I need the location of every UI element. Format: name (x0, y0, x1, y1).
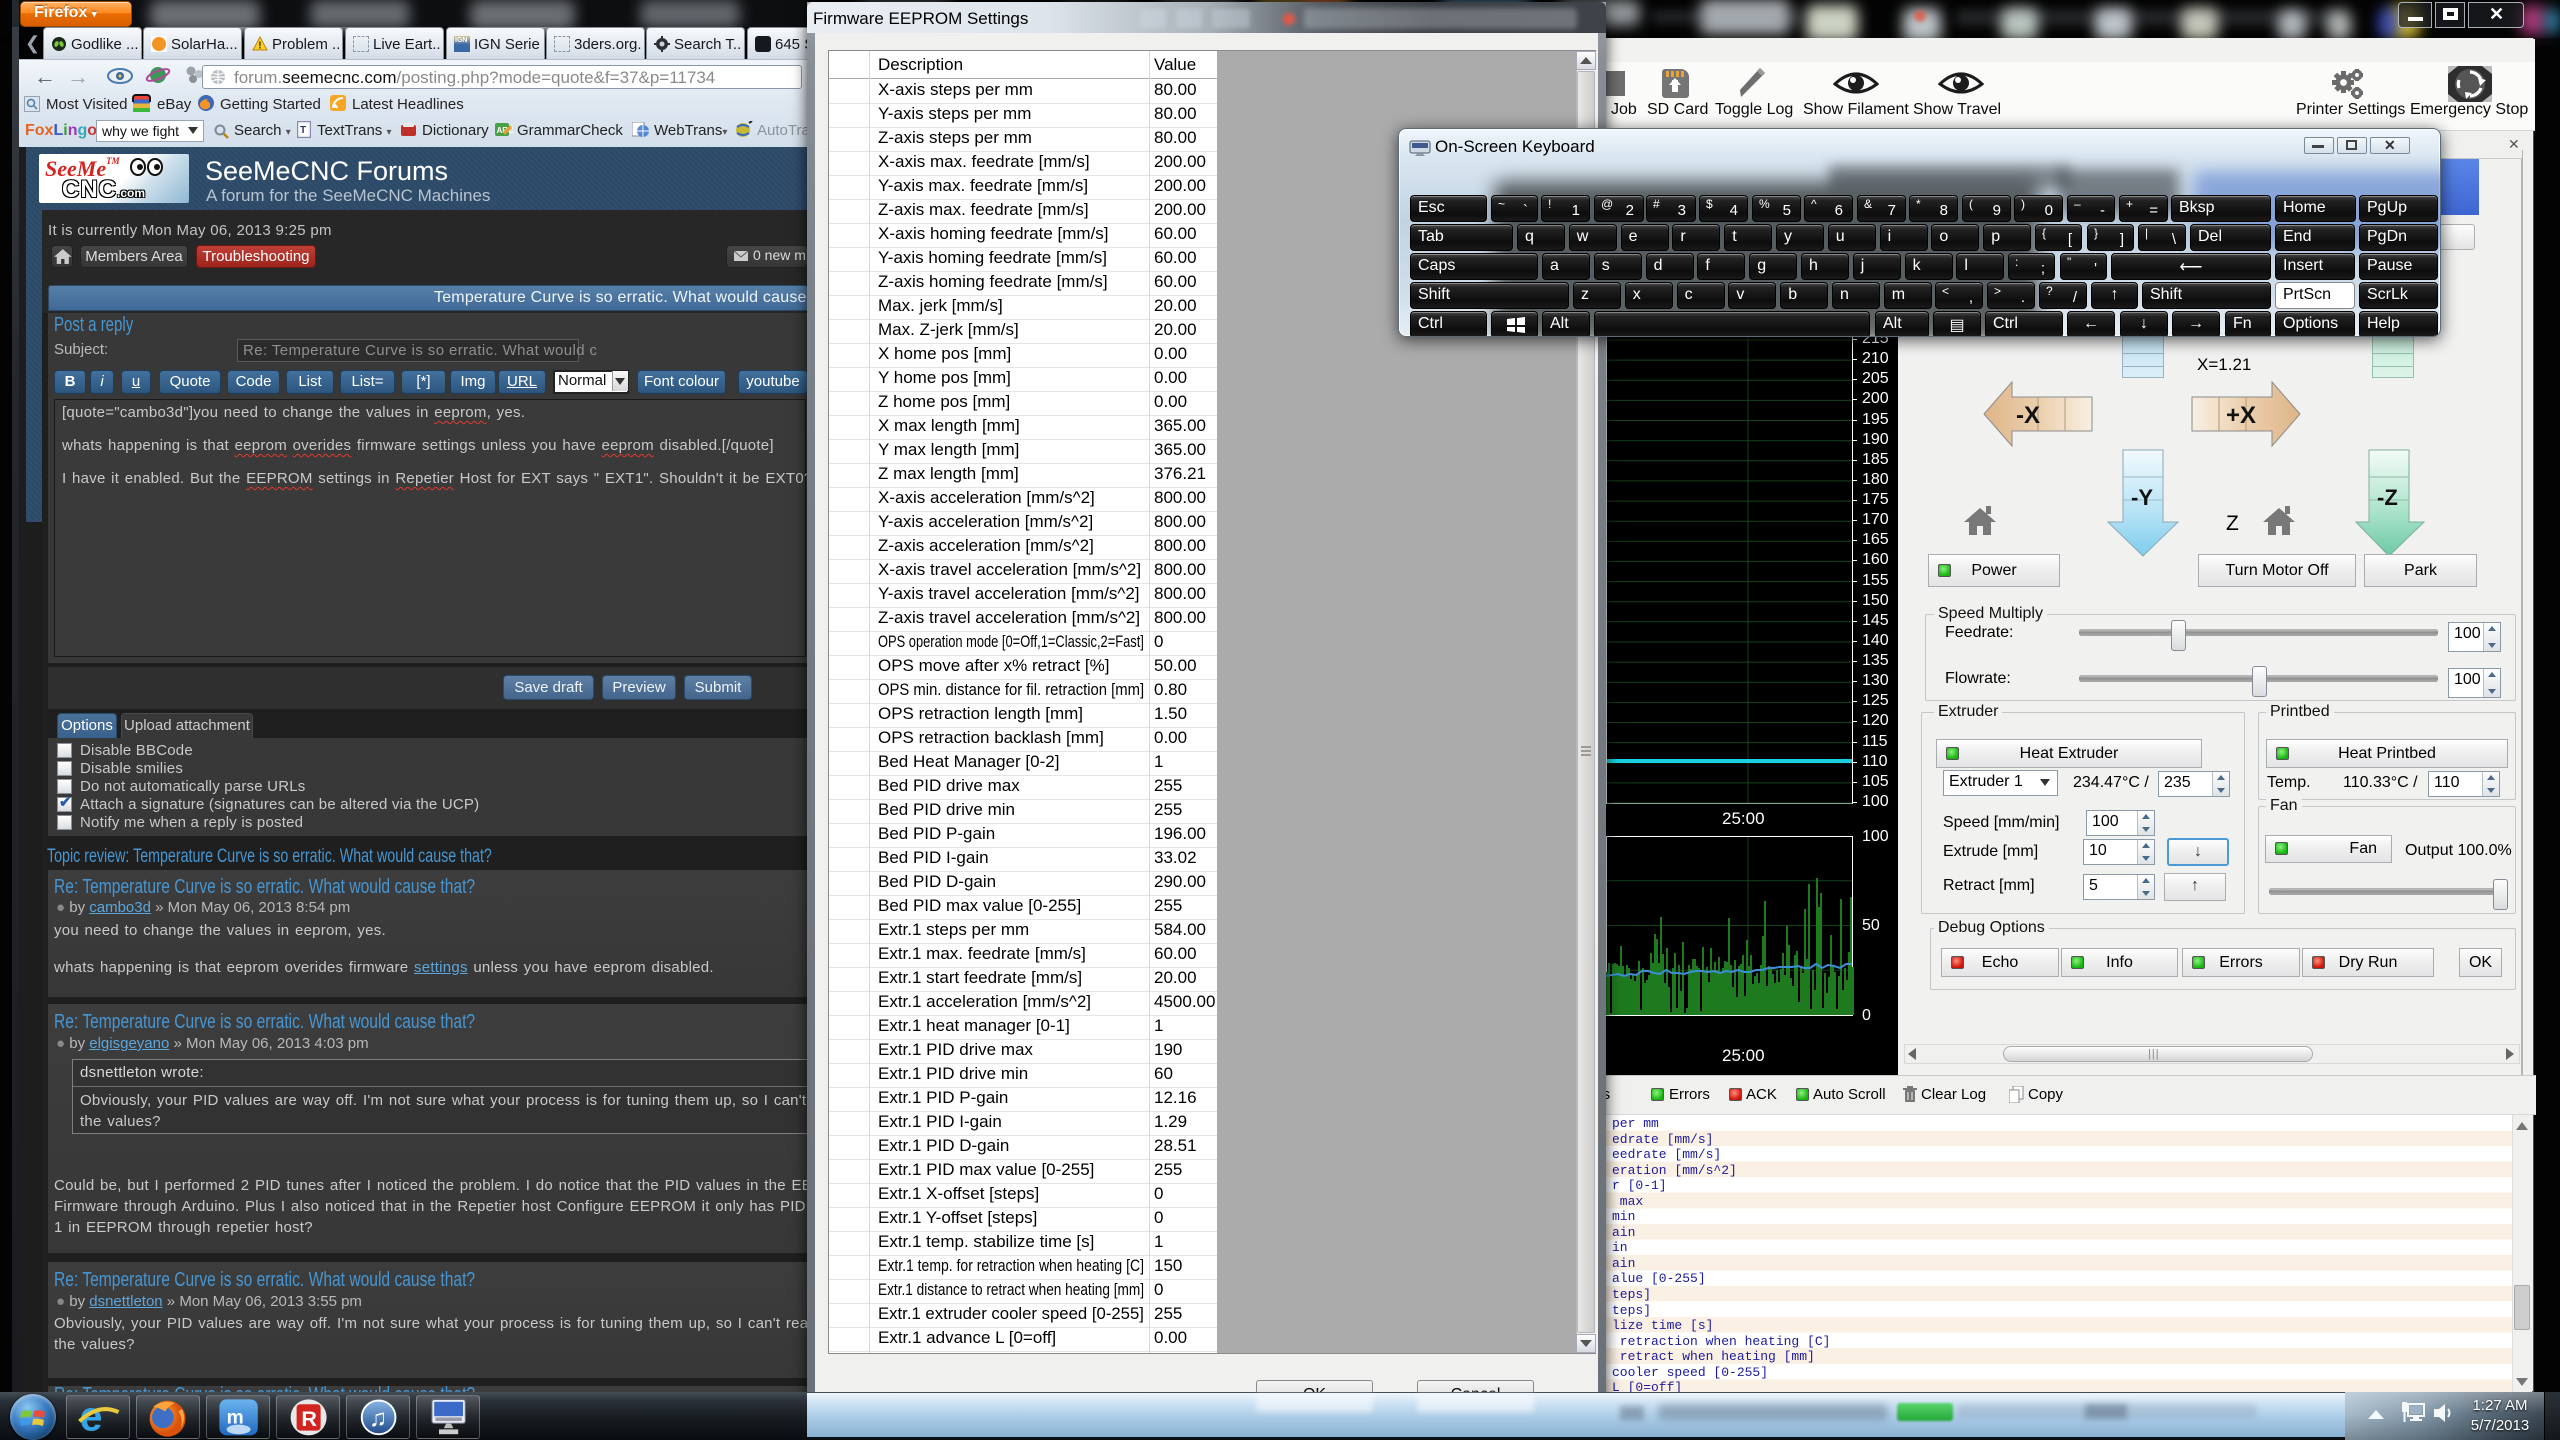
svg-text:+X: +X (2226, 402, 2256, 429)
svg-text:R: R (301, 1406, 317, 1431)
svg-text:-Z: -Z (2377, 485, 2398, 510)
svg-text:-X: -X (2016, 402, 2040, 429)
svg-text:-Y: -Y (2131, 485, 2153, 510)
svg-text:♫: ♫ (369, 1405, 387, 1432)
svg-text:!: ! (258, 41, 261, 52)
